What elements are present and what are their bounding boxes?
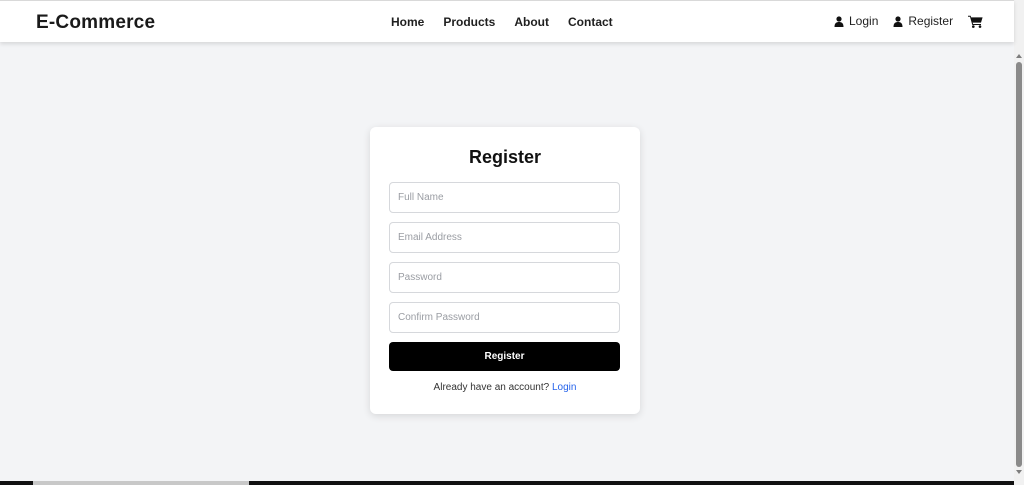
register-link[interactable]: Register bbox=[893, 14, 953, 28]
confirm-password-input[interactable] bbox=[389, 302, 620, 333]
scrollbar-thumb[interactable] bbox=[1016, 62, 1022, 467]
brand-logo[interactable]: E-Commerce bbox=[36, 12, 155, 34]
nav-home[interactable]: Home bbox=[391, 15, 424, 29]
login-link[interactable]: Login bbox=[834, 14, 878, 28]
nav-about[interactable]: About bbox=[514, 15, 549, 29]
scroll-down-arrow-icon[interactable] bbox=[1016, 470, 1022, 474]
login-label: Login bbox=[849, 14, 879, 28]
login-prompt-text: Already have an account? bbox=[433, 382, 550, 393]
main-nav: Home Products About Contact bbox=[391, 15, 613, 29]
cart-button[interactable] bbox=[968, 15, 983, 28]
email-input[interactable] bbox=[389, 222, 620, 253]
scroll-up-arrow-icon[interactable] bbox=[1016, 54, 1022, 58]
login-prompt: Already have an account? Login bbox=[370, 382, 640, 393]
password-input[interactable] bbox=[389, 262, 620, 293]
register-submit-button[interactable]: Register bbox=[389, 342, 620, 371]
user-icon bbox=[893, 15, 903, 27]
nav-products[interactable]: Products bbox=[443, 15, 495, 29]
login-prompt-link[interactable]: Login bbox=[552, 382, 576, 393]
bottom-bar-segment bbox=[0, 481, 33, 485]
top-navbar: E-Commerce Home Products About Contact L… bbox=[0, 0, 1014, 42]
register-label: Register bbox=[908, 14, 954, 28]
vertical-scrollbar[interactable] bbox=[1014, 0, 1024, 485]
cart-icon bbox=[968, 15, 983, 28]
account-actions: Login Register bbox=[834, 14, 983, 28]
bottom-bar-segment bbox=[249, 481, 1014, 485]
nav-contact[interactable]: Contact bbox=[568, 15, 613, 29]
user-icon bbox=[834, 15, 844, 27]
form-title: Register bbox=[468, 147, 542, 167]
full-name-input[interactable] bbox=[389, 182, 620, 213]
register-card: Register Register Already have an accoun… bbox=[370, 127, 640, 414]
bottom-edge-bar bbox=[0, 481, 1014, 485]
